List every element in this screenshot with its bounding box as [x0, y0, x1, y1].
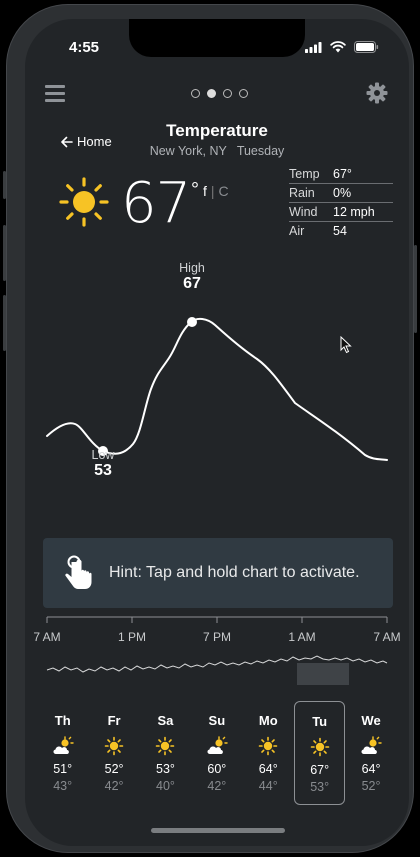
stat-row: Air 54: [289, 222, 393, 241]
day-name: Tu: [312, 714, 328, 729]
current-temperature: 67: [121, 171, 191, 236]
page-subtitle: New York, NY Tuesday: [25, 144, 409, 158]
page-dot-active[interactable]: [207, 89, 216, 98]
menu-icon[interactable]: [45, 85, 65, 106]
stat-row: Temp 67°: [289, 165, 393, 184]
day-high: 60°: [207, 762, 227, 776]
low-label-text: Low: [91, 448, 115, 462]
day-name: We: [361, 713, 381, 728]
day-high: 64°: [361, 762, 381, 776]
stat-key: Air: [289, 224, 305, 238]
temperature-line: [46, 317, 388, 461]
volume-up-button: [3, 225, 6, 281]
power-button: [414, 245, 417, 333]
stat-value: 0%: [333, 186, 352, 200]
timeline-scrubber[interactable]: [25, 613, 409, 703]
low-value: 53: [94, 462, 112, 479]
signal-icon: [305, 41, 322, 53]
partly-cloudy-icon: [37, 734, 88, 758]
degree-symbol: °: [191, 179, 199, 201]
day-high: 67°: [310, 763, 330, 777]
day-low: 42°: [104, 779, 124, 793]
low-label: Low 53: [73, 448, 133, 480]
stat-key: Temp: [289, 167, 320, 181]
forecast-strip: Th 51° 43° Fr 52° 42° Sa 53° 40° Su 60° 42° Mo 64° 44°…: [37, 701, 397, 805]
sun-icon: [295, 735, 344, 759]
mouse-pointer-icon: [340, 336, 352, 354]
day-high: 51°: [53, 762, 73, 776]
page-dot[interactable]: [239, 89, 248, 98]
time-label: 7 AM: [33, 630, 61, 644]
page-indicator[interactable]: [191, 89, 248, 98]
forecast-day[interactable]: Su 60° 42°: [191, 701, 242, 805]
forecast-day[interactable]: Th 51° 43°: [37, 701, 88, 805]
unit-fahrenheit[interactable]: f: [203, 183, 207, 199]
stat-value: 54: [333, 224, 347, 238]
day-low: 44°: [258, 779, 278, 793]
day-low: 52°: [361, 779, 381, 793]
sun-icon: [140, 734, 191, 758]
page-dot[interactable]: [223, 89, 232, 98]
time-label: 7 PM: [202, 630, 231, 644]
day-name: Su: [208, 713, 226, 728]
battery-icon: [354, 41, 379, 53]
partly-cloudy-icon: [345, 734, 396, 758]
timeline-selection[interactable]: [297, 663, 349, 685]
phone-frame: 4:55 Home Temperature New York, NY Tuesd…: [3, 4, 417, 853]
sun-icon: [88, 734, 139, 758]
time-label: 1 PM: [117, 630, 146, 644]
page-title: Temperature: [166, 121, 268, 140]
stat-row: Wind 12 mph: [289, 203, 393, 222]
page-dot[interactable]: [191, 89, 200, 98]
forecast-day-selected[interactable]: Tu 67° 53°: [293, 701, 346, 805]
stat-row: Rain 0%: [289, 184, 393, 203]
hint-text: Hint: Tap and hold chart to activate.: [109, 564, 360, 581]
stat-key: Rain: [289, 186, 315, 200]
forecast-day[interactable]: We 64° 52°: [345, 701, 396, 805]
day-high: 64°: [258, 762, 278, 776]
status-time: 4:55: [69, 39, 100, 56]
home-indicator[interactable]: [151, 828, 285, 833]
unit-celsius[interactable]: C: [219, 183, 229, 199]
gear-icon[interactable]: [365, 81, 389, 105]
sun-icon: [59, 177, 109, 227]
day-high: 53°: [156, 762, 175, 776]
forecast-day[interactable]: Fr 52° 42°: [88, 701, 139, 805]
day-name: Th: [54, 713, 71, 728]
day-low: 42°: [207, 779, 227, 793]
silent-switch: [3, 171, 6, 199]
day-low: 53°: [310, 780, 330, 794]
volume-down-button: [3, 295, 6, 351]
unit-toggle[interactable]: ° f | C: [191, 179, 229, 202]
stats-table: Temp 67° Rain 0% Wind 12 mph Air 54: [289, 165, 393, 241]
status-icons: [305, 41, 379, 53]
hint-banner[interactable]: Hint: Tap and hold chart to activate.: [43, 538, 393, 608]
high-label: High 67: [162, 261, 222, 293]
partly-cloudy-icon: [191, 734, 242, 758]
forecast-day[interactable]: Sa 53° 40°: [140, 701, 191, 805]
stat-key: Wind: [289, 205, 318, 219]
stat-value: 12 mph: [333, 205, 375, 219]
day-low: 40°: [156, 779, 175, 793]
day-name: Fr: [107, 713, 121, 728]
high-point: [187, 317, 197, 327]
notch: [129, 19, 305, 57]
location-text: New York, NY: [149, 144, 227, 158]
forecast-day[interactable]: Mo 64° 44°: [243, 701, 294, 805]
high-value: 67: [183, 275, 201, 292]
day-name: Mo: [258, 713, 278, 728]
day-high: 52°: [104, 762, 124, 776]
day-text: Tuesday: [236, 144, 285, 158]
high-label-text: High: [179, 261, 205, 275]
day-name: Sa: [157, 713, 174, 728]
tap-hand-icon: [65, 555, 92, 589]
sun-icon: [243, 734, 294, 758]
wifi-icon: [330, 41, 346, 53]
time-label: 7 AM: [373, 630, 401, 644]
day-low: 43°: [53, 779, 73, 793]
screen: 4:55 Home Temperature New York, NY Tuesd…: [25, 19, 409, 846]
stat-value: 67°: [333, 167, 352, 181]
time-label: 1 AM: [288, 630, 316, 644]
unit-separator: |: [210, 183, 215, 199]
